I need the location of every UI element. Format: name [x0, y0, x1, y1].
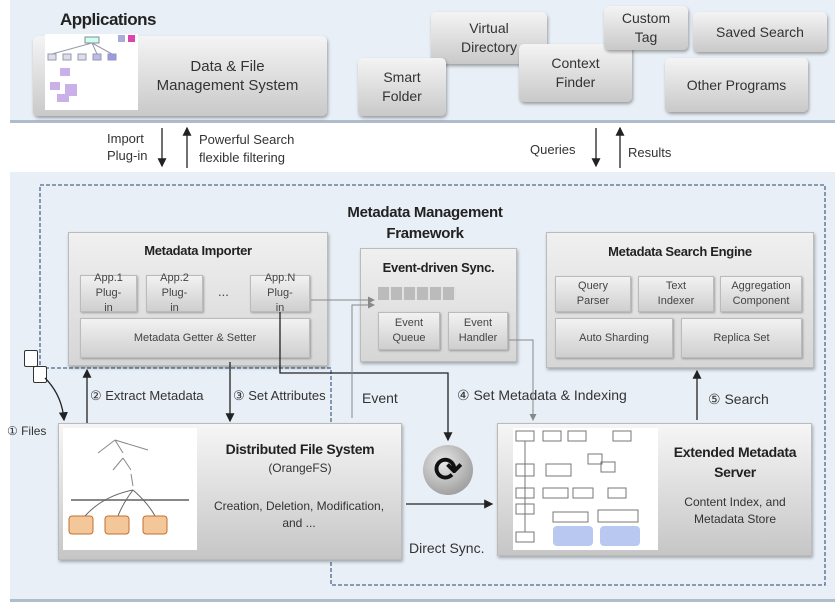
flow-arrows	[44, 126, 702, 509]
